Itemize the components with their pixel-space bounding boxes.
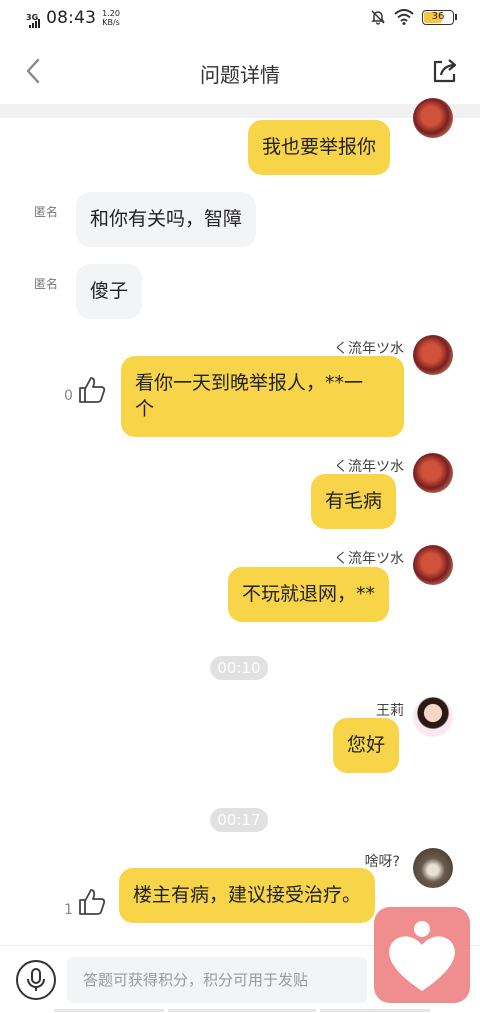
speed-value: 1.20 xyxy=(102,9,120,18)
username: 王莉 xyxy=(376,703,404,719)
avatar-user[interactable] xyxy=(413,98,453,138)
mute-bell-icon xyxy=(371,10,385,25)
message-bubble[interactable]: 您好 xyxy=(333,718,400,773)
avatar-user[interactable] xyxy=(413,453,453,493)
clock: 08:43 xyxy=(46,8,97,28)
network-speed: 1.20 KB/s xyxy=(102,9,120,27)
answer-input[interactable]: 答题可获得积分，积分可用于发贴 xyxy=(67,957,367,1003)
thumbs-up-icon[interactable] xyxy=(76,886,108,918)
message-text-line: 个 xyxy=(135,398,155,420)
message-bubble[interactable]: 有毛病 xyxy=(311,474,397,529)
like-count: 1 xyxy=(64,902,73,918)
message-bubble[interactable]: 傻子 xyxy=(76,264,143,319)
page-title: 问题详情 xyxy=(200,63,280,87)
voice-button[interactable] xyxy=(16,960,56,1000)
message-bubble[interactable]: 不玩就退网，** xyxy=(228,567,390,622)
anonymous-label: 匿名 xyxy=(34,277,59,291)
nav-header: 问题详情 xyxy=(0,38,480,104)
bottom-edge-line xyxy=(320,1009,430,1012)
avatar-user[interactable] xyxy=(413,697,453,737)
username: く流年ツ水 xyxy=(334,551,404,567)
header-divider xyxy=(0,104,480,118)
username: 啥呀? xyxy=(364,854,400,870)
message-bubble[interactable]: 楼主有病，建议接受治疗。 xyxy=(119,868,376,923)
battery-icon: 36 xyxy=(422,9,457,25)
avatar-user[interactable] xyxy=(413,545,453,585)
message-bubble[interactable]: 看你一天到晚举报人，**一 个 xyxy=(121,356,404,437)
timestamp: 00:17 xyxy=(210,808,268,832)
signal-icon xyxy=(29,18,41,28)
message-bubble[interactable]: 和你有关吗，智障 xyxy=(76,192,257,247)
thumbs-up-icon[interactable] xyxy=(76,374,108,406)
heart-float-button[interactable] xyxy=(374,907,470,1003)
message-text-line: 看你一天到晚举报人，**一 xyxy=(135,372,364,394)
username: く流年ツ水 xyxy=(334,341,404,357)
bottom-edge-line xyxy=(54,1009,164,1012)
status-right: 36 xyxy=(370,9,457,25)
share-icon[interactable] xyxy=(430,56,460,86)
status-bar: 3G 08:43 1.20 KB/s 36 xyxy=(0,0,480,38)
status-left: 3G 08:43 1.20 KB/s xyxy=(26,8,120,28)
speed-unit: KB/s xyxy=(102,18,120,27)
message-bubble[interactable]: 我也要举报你 xyxy=(248,120,391,175)
anonymous-label: 匿名 xyxy=(34,205,59,219)
heart-icon xyxy=(389,921,455,991)
microphone-icon xyxy=(27,968,45,991)
bottom-edge-line xyxy=(168,1009,316,1012)
wifi-icon xyxy=(394,9,414,25)
avatar-user[interactable] xyxy=(413,848,453,888)
username: く流年ツ水 xyxy=(334,459,404,475)
avatar-user[interactable] xyxy=(413,335,453,375)
timestamp: 00:10 xyxy=(210,656,268,680)
battery-level: 36 xyxy=(431,10,445,22)
like-count: 0 xyxy=(64,388,73,404)
